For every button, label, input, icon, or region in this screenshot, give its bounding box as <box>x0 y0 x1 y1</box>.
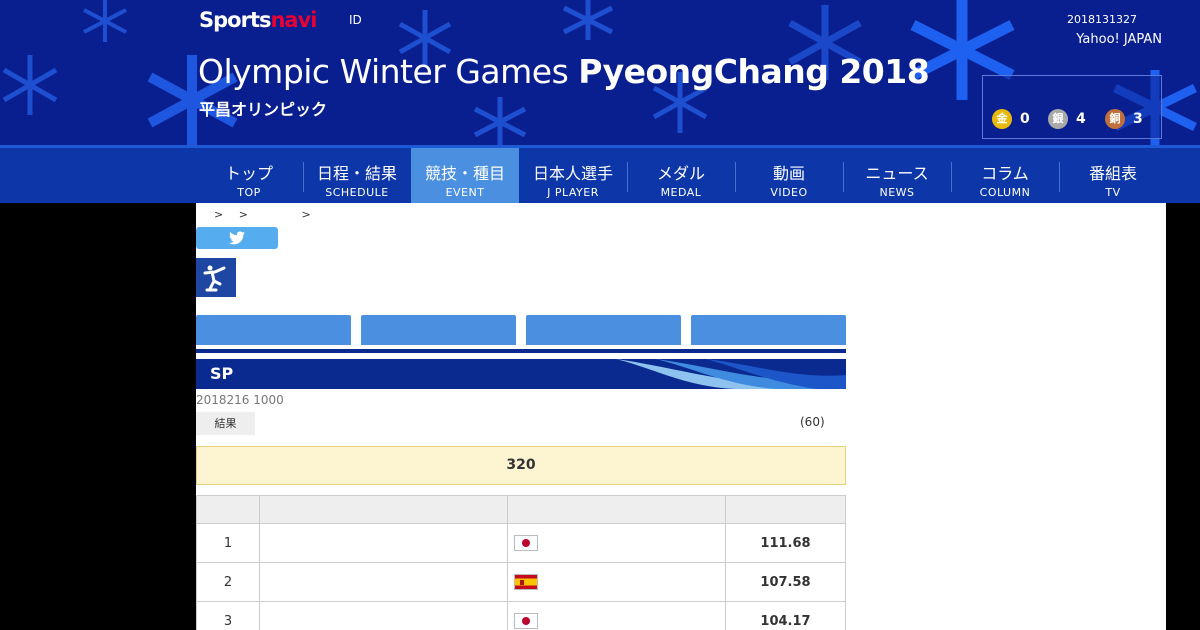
spain-flag-icon <box>514 574 538 590</box>
yahoo-japan-link[interactable]: Yahoo! JAPAN <box>1076 32 1162 47</box>
nav-label-jp: コラム <box>981 164 1029 183</box>
japan-flag-icon <box>514 535 538 551</box>
title-bold: PyeongChang 2018 <box>578 52 930 91</box>
nav-label-en: NEWS <box>879 186 915 199</box>
nav-label-en: TOP <box>237 186 261 199</box>
bronze-count: 3 <box>1133 111 1143 127</box>
results-table: 1 111.68 2 107.58 3 104.17 <box>196 495 846 630</box>
event-tab[interactable] <box>526 315 681 345</box>
nav-label-jp: 日程・結果 <box>316 164 397 183</box>
event-datetime: 2018216 1000 <box>196 393 284 407</box>
logo-accent-text: navi <box>270 8 317 32</box>
japan-flag-icon <box>514 613 538 629</box>
nav-label-en: SCHEDULE <box>325 186 389 199</box>
nav-item-news[interactable]: ニュース NEWS <box>843 148 951 203</box>
main-nav: トップ TOP 日程・結果 SCHEDULE 競技・種目 EVENT 日本人選手 J P… <box>0 145 1200 203</box>
event-banner-label: SP <box>210 364 234 383</box>
gold-count: 0 <box>1020 111 1030 127</box>
table-header-rank <box>196 495 260 524</box>
snowflake-decoration-icon <box>2 55 58 115</box>
event-tab[interactable] <box>361 315 516 345</box>
athlete-name-cell[interactable] <box>259 523 508 563</box>
nav-label-jp: トップ <box>224 164 273 183</box>
table-row: 3 104.17 <box>196 601 846 630</box>
rank-cell: 3 <box>196 601 260 630</box>
event-tab[interactable] <box>691 315 846 345</box>
main-content: > > > SP 2018216 1000 結果 (60) 320 1 111.… <box>196 203 1166 630</box>
breadcrumb-separator: > <box>301 208 311 221</box>
nav-item-medal[interactable]: メダル MEDAL <box>627 148 735 203</box>
breadcrumb-separator: > <box>214 208 224 221</box>
medal-count-box[interactable]: 金 0 銀 4 銅 3 <box>982 75 1162 139</box>
rank-cell: 2 <box>196 562 260 602</box>
page-subtitle: 平昌オリンピック <box>199 100 328 119</box>
score-cell: 111.68 <box>725 523 846 563</box>
event-tab[interactable] <box>196 315 351 345</box>
score-cell: 107.58 <box>725 562 846 602</box>
result-notice: 320 <box>196 446 846 485</box>
nation-cell <box>507 562 726 602</box>
athlete-name-cell[interactable] <box>259 601 508 630</box>
table-header-name <box>259 495 508 524</box>
table-header-score <box>725 495 846 524</box>
nav-label-en: VIDEO <box>770 186 808 199</box>
tweet-button[interactable] <box>196 227 278 249</box>
page-title: Olympic Winter Games PyeongChang 2018 <box>198 52 930 91</box>
rank-cell: 1 <box>196 523 260 563</box>
nav-item-column[interactable]: コラム COLUMN <box>951 148 1059 203</box>
nav-label-en: TV <box>1105 186 1121 199</box>
nav-item-jplayer[interactable]: 日本人選手 J PLAYER <box>519 148 627 203</box>
nav-item-event[interactable]: 競技・種目 EVENT <box>411 148 519 203</box>
silver-medal-count: 銀 4 <box>1048 109 1086 129</box>
nav-item-schedule[interactable]: 日程・結果 SCHEDULE <box>303 148 411 203</box>
nav-label-en: MEDAL <box>660 186 702 199</box>
nav-item-top[interactable]: トップ TOP <box>195 148 303 203</box>
participant-count: (60) <box>800 415 825 429</box>
nav-item-video[interactable]: 動画 VIDEO <box>735 148 843 203</box>
nav-label-jp: 番組表 <box>1088 164 1137 183</box>
nav-item-tv[interactable]: 番組表 TV <box>1059 148 1167 203</box>
silver-count: 4 <box>1076 111 1086 127</box>
snowflake-decoration-icon <box>562 0 614 40</box>
table-row: 2 107.58 <box>196 562 846 602</box>
nav-label-jp: 動画 <box>772 164 805 183</box>
score-cell: 104.17 <box>725 601 846 630</box>
nation-cell <box>507 523 726 563</box>
event-tab-bar <box>196 315 846 353</box>
table-header-row <box>196 495 846 524</box>
nav-label-jp: 日本人選手 <box>532 164 613 183</box>
bronze-medal-count: 銅 3 <box>1105 109 1143 129</box>
breadcrumb-separator: > <box>238 208 248 221</box>
table-header-nation <box>507 495 726 524</box>
banner-wave-decoration <box>616 359 846 389</box>
nav-label-en: J PLAYER <box>547 186 599 199</box>
nav-label-jp: メダル <box>656 164 705 183</box>
gold-medal-icon: 金 <box>992 109 1012 129</box>
title-light: Olympic Winter Games <box>198 52 579 91</box>
nav-label-en: EVENT <box>445 186 485 199</box>
breadcrumb: > > > <box>214 208 311 221</box>
athlete-name-cell[interactable] <box>259 562 508 602</box>
table-row: 1 111.68 <box>196 523 846 563</box>
nation-cell <box>507 601 726 630</box>
nav-label-jp: 競技・種目 <box>424 164 505 183</box>
figure-skating-icon <box>196 258 236 297</box>
gold-medal-count: 金 0 <box>992 109 1030 129</box>
silver-medal-icon: 銀 <box>1048 109 1068 129</box>
snowflake-decoration-icon <box>83 0 127 42</box>
header-date: 2018131327 <box>1067 13 1137 26</box>
id-link[interactable]: ID <box>349 13 362 27</box>
logo-main-text: Sports <box>199 8 271 32</box>
twitter-bird-icon <box>229 231 245 245</box>
event-banner: SP <box>196 359 846 389</box>
nav-label-en: COLUMN <box>979 186 1031 199</box>
bronze-medal-icon: 銅 <box>1105 109 1125 129</box>
site-header: Sportsnavi ID 2018131327 Yahoo! JAPAN Ol… <box>0 0 1200 145</box>
sportsnavi-logo[interactable]: Sportsnavi <box>199 8 318 32</box>
nav-label-jp: ニュース <box>865 164 929 183</box>
snowflake-decoration-icon <box>473 97 527 145</box>
result-label: 結果 <box>196 412 255 435</box>
